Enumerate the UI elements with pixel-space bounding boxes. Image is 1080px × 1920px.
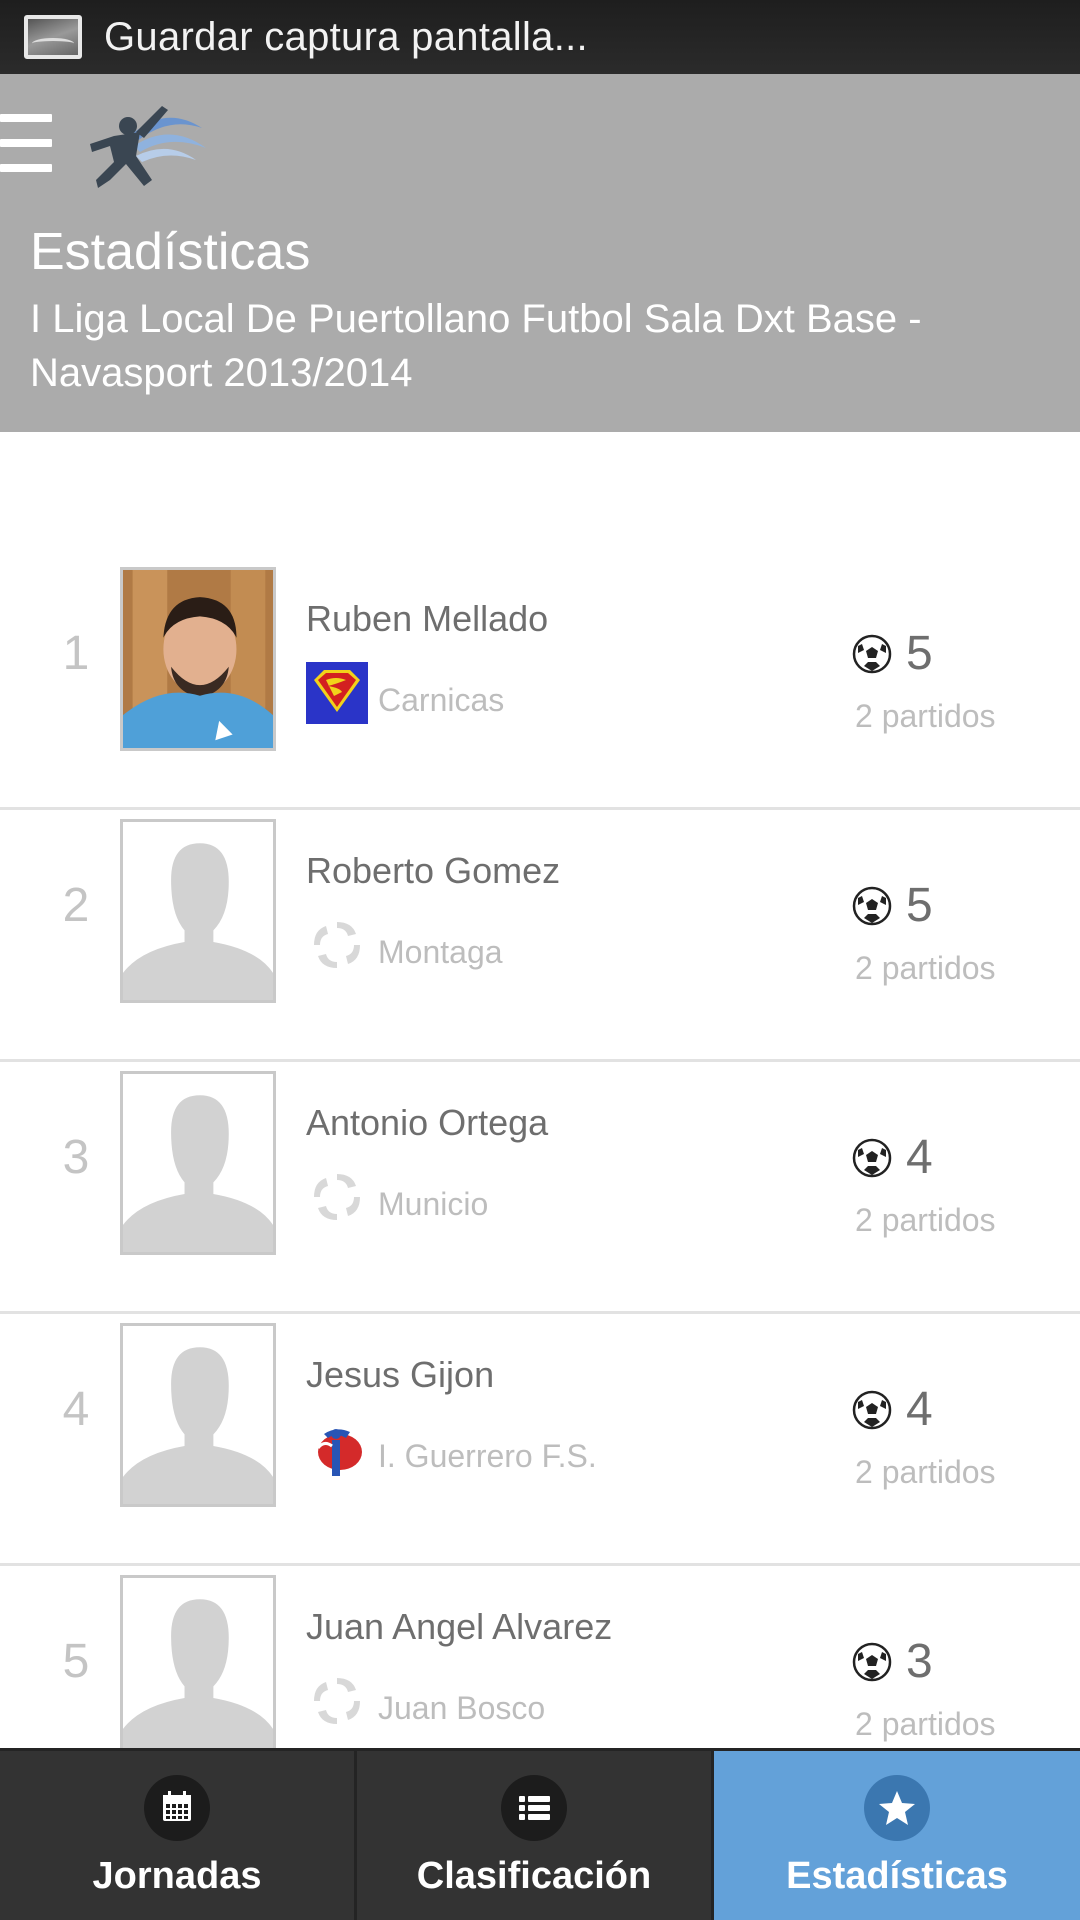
tab-label: Estadísticas	[786, 1855, 1008, 1897]
soccer-ball-icon	[852, 1642, 892, 1682]
matches-played: 2 partidos	[855, 1202, 996, 1238]
team-name: Montaga	[378, 934, 503, 970]
matches-played: 2 partidos	[855, 950, 996, 986]
goals-count: 4	[906, 1383, 933, 1436]
matches-played: 2 partidos	[855, 698, 996, 734]
tab-estadisticas[interactable]: Estadísticas	[714, 1751, 1080, 1920]
bottom-tab-bar: Jornadas Clasificación Estadísticas	[0, 1748, 1080, 1920]
scorers-list: 1 Ruben Mellado Carnicas 5 2 partidos 2 …	[0, 558, 1080, 1818]
player-name: Roberto Gomez	[306, 850, 561, 891]
screenshot-icon	[24, 15, 82, 59]
status-notification-text: Guardar captura pantalla...	[104, 14, 588, 59]
matches-played: 2 partidos	[855, 1706, 996, 1742]
superman-crest-icon	[306, 662, 368, 724]
matches-played: 2 partidos	[855, 1454, 996, 1490]
generic-team-icon	[306, 1670, 368, 1732]
league-subtitle: I Liga Local De Puertollano Futbol Sala …	[30, 297, 922, 395]
tab-label: Jornadas	[92, 1855, 262, 1897]
player-name: Jesus Gijon	[306, 1354, 495, 1395]
soccer-ball-icon	[852, 1138, 892, 1178]
soccer-ball-icon	[852, 1390, 892, 1430]
list-item[interactable]: 4 Jesus Gijon I. Guerrero F.S. 4 2 parti…	[0, 1314, 1080, 1566]
rank-number: 4	[62, 1383, 90, 1436]
team-name: I. Guerrero F.S.	[378, 1438, 597, 1474]
list-icon	[501, 1775, 567, 1841]
status-bar: Guardar captura pantalla...	[0, 0, 1080, 74]
page-title: Estadísticas	[30, 223, 311, 281]
player-name: Antonio Ortega	[306, 1102, 549, 1143]
list-item[interactable]: 3 Antonio Ortega Municio 4 2 partidos	[0, 1062, 1080, 1314]
calendar-icon	[144, 1775, 210, 1841]
team-name: Municio	[378, 1186, 489, 1222]
generic-team-icon	[306, 914, 368, 976]
rank-number: 5	[62, 1635, 90, 1688]
soccer-ball-icon	[852, 634, 892, 674]
goals-count: 5	[906, 627, 933, 680]
placeholder-avatar-icon	[120, 1575, 276, 1759]
goals-count: 4	[906, 1131, 933, 1184]
placeholder-avatar-icon	[120, 819, 276, 1003]
placeholder-avatar-icon	[120, 1071, 276, 1255]
generic-team-icon	[306, 1166, 368, 1228]
rank-number: 1	[62, 627, 90, 680]
team-name: Carnicas	[378, 682, 505, 718]
guerrero-crest-icon	[306, 1418, 368, 1480]
rank-number: 3	[62, 1131, 90, 1184]
soccer-ball-icon	[852, 886, 892, 926]
list-item[interactable]: 2 Roberto Gomez Montaga 5 2 partidos	[0, 810, 1080, 1062]
team-name: Juan Bosco	[378, 1690, 546, 1726]
goals-count: 3	[906, 1635, 933, 1688]
hamburger-menu-icon[interactable]	[0, 114, 52, 172]
rank-number: 2	[62, 879, 90, 932]
goals-count: 5	[906, 879, 933, 932]
star-icon	[864, 1775, 930, 1841]
player-photo	[120, 567, 276, 751]
app-header: Estadísticas I Liga Local De Puertollano…	[0, 74, 1080, 432]
tab-label: Clasificación	[416, 1855, 652, 1897]
tab-clasificacion[interactable]: Clasificación	[357, 1751, 714, 1920]
player-name: Ruben Mellado	[306, 598, 549, 639]
player-name: Juan Angel Alvarez	[306, 1606, 613, 1647]
list-item[interactable]: 1 Ruben Mellado Carnicas 5 2 partidos	[0, 558, 1080, 810]
placeholder-avatar-icon	[120, 1323, 276, 1507]
tab-jornadas[interactable]: Jornadas	[0, 1751, 357, 1920]
soccer-player-logo-icon[interactable]	[70, 96, 210, 196]
